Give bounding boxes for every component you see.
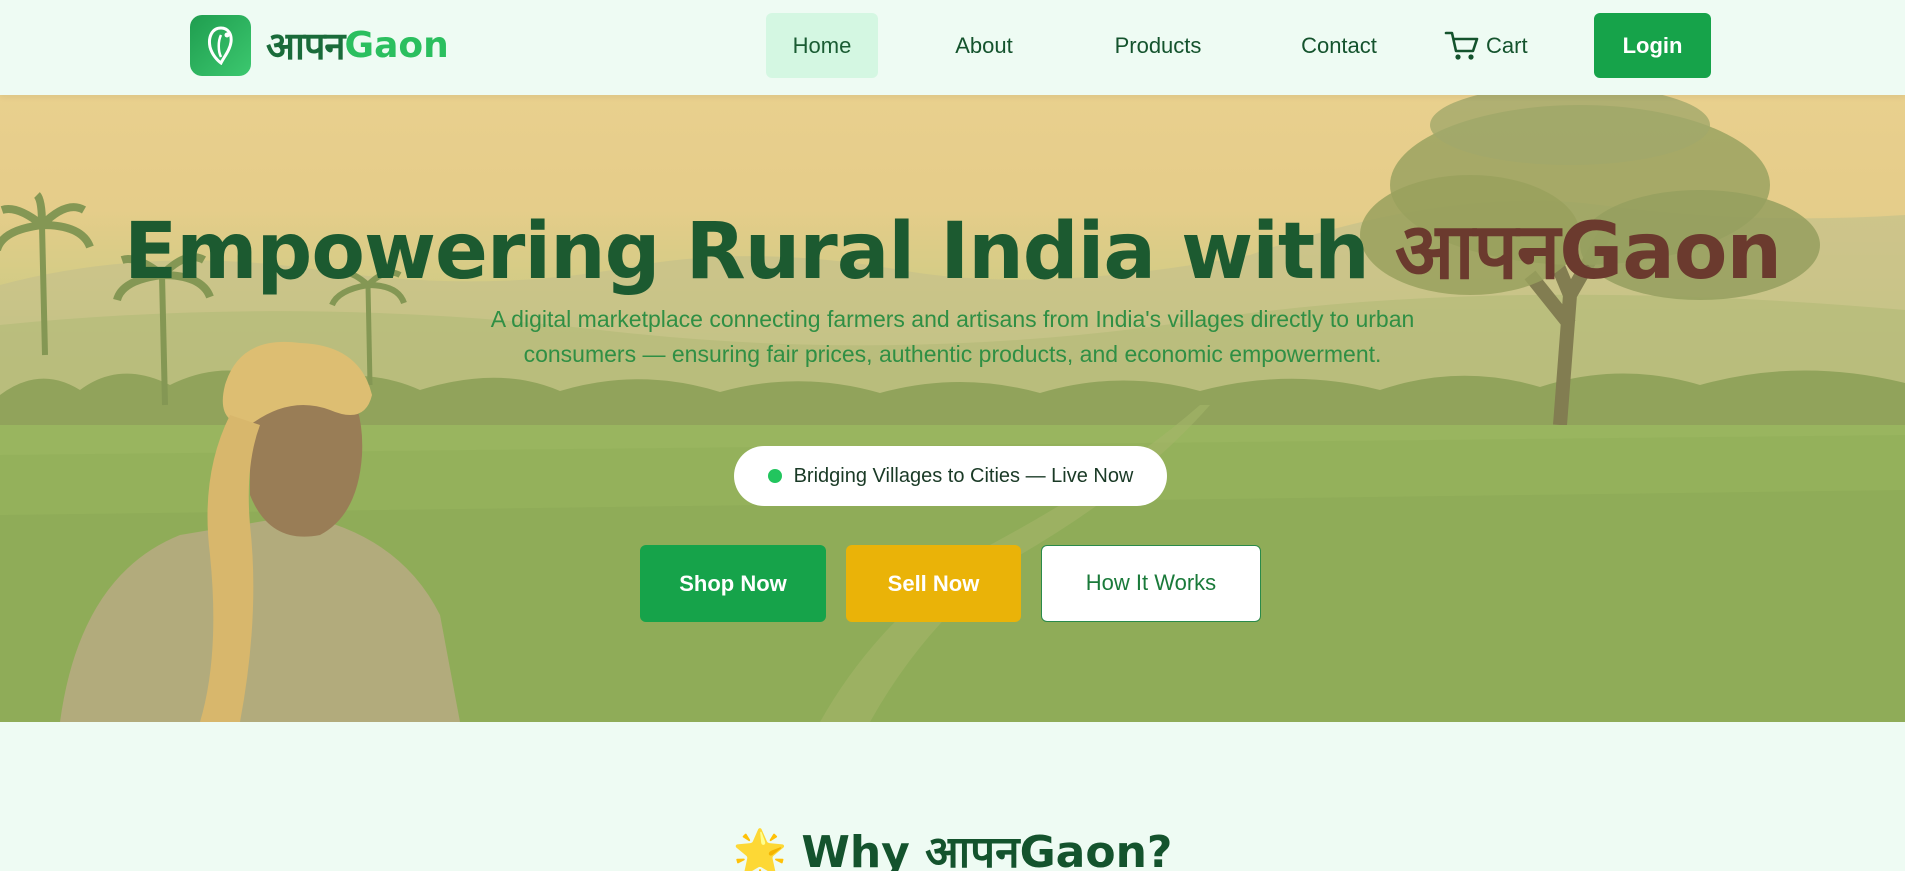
leaf-pin-icon	[190, 14, 251, 76]
hero-title-accent: आपनGaon	[1394, 207, 1782, 297]
nav-products[interactable]: Products	[1088, 13, 1228, 78]
cart-icon	[1444, 30, 1480, 62]
nav-about[interactable]: About	[930, 13, 1038, 78]
live-badge-label: Bridging Villages to Cities — Live Now	[793, 464, 1134, 487]
star-icon: 🌟	[732, 827, 788, 871]
nav-cart[interactable]: Cart	[1444, 13, 1574, 78]
shop-now-button[interactable]: Shop Now	[640, 545, 826, 622]
navbar: आपन Gaon Home About Products Contact Cart…	[0, 0, 1905, 95]
nav-contact[interactable]: Contact	[1274, 13, 1404, 78]
brand-logo[interactable]: आपन Gaon	[190, 14, 449, 76]
login-button[interactable]: Login	[1594, 13, 1711, 78]
why-section-heading: 🌟 Why आपनGaon?	[0, 820, 1905, 871]
cart-label: Cart	[1486, 33, 1528, 58]
hero-title-main: Empowering Rural India with	[123, 207, 1395, 297]
hero-title: Empowering Rural India with आपनGaon	[0, 195, 1905, 301]
hero-subtitle: A digital marketplace connecting farmers…	[490, 306, 1415, 367]
how-it-works-button[interactable]: How It Works	[1041, 545, 1261, 622]
sell-now-button[interactable]: Sell Now	[846, 545, 1021, 622]
nav-home[interactable]: Home	[766, 13, 878, 78]
brand-name-hindi: आपन	[266, 24, 346, 68]
live-badge: Bridging Villages to Cities — Live Now	[734, 446, 1167, 506]
live-dot-icon	[767, 469, 782, 483]
brand-name-latin: Gaon	[344, 24, 449, 66]
hero-overlay	[0, 95, 1905, 722]
why-title-text: Why आपनGaon?	[801, 827, 1173, 871]
hero-section: Empowering Rural India with आपनGaon A di…	[0, 95, 1905, 722]
